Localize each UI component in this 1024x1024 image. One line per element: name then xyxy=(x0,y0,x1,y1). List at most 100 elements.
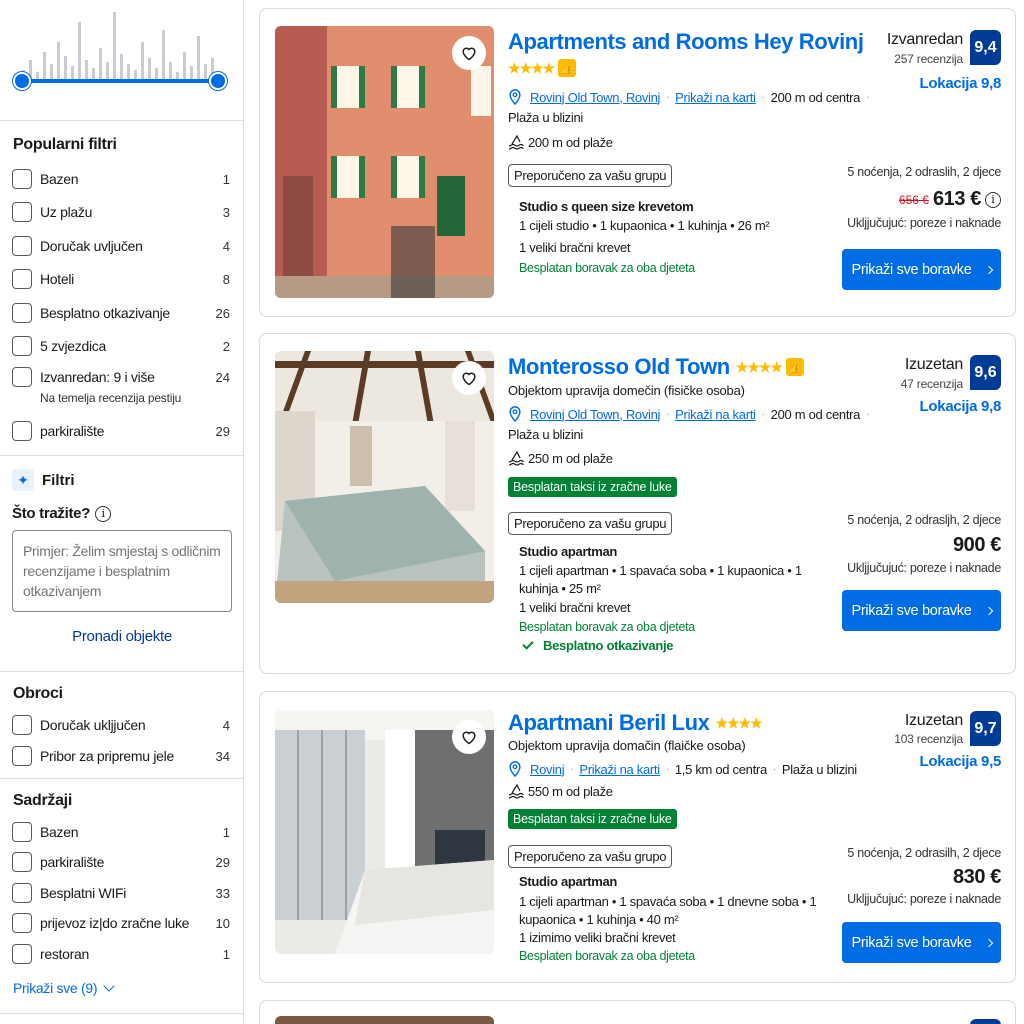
location-link[interactable]: Rovinj Old Town, Rovinj xyxy=(530,90,660,105)
taxes-note: Ukljjučujuć: poreze i naknade xyxy=(847,561,1001,575)
review-count[interactable]: 47 recenzija xyxy=(901,377,964,391)
filter-fac-restoran[interactable]: restoran 1 xyxy=(12,942,230,966)
filter-fac-prijevoz[interactable]: prijevoz iz|do zračne luke 10 xyxy=(12,911,230,935)
show-availability-button[interactable]: Prikaži sve boravke xyxy=(842,249,1001,290)
filter-bazen[interactable]: Bazen 1 xyxy=(12,167,230,191)
wishlist-heart-icon[interactable] xyxy=(452,720,486,754)
show-on-map-link[interactable]: Prikaži na karti xyxy=(675,90,756,105)
filter-besplatno-otkazivanje[interactable]: Besplatno otkazivanje 26 xyxy=(12,301,230,325)
filter-uz-plazu[interactable]: Uz plažu 3 xyxy=(12,200,230,224)
hotel-name-text[interactable]: Apartmani Beril Lux xyxy=(508,710,710,736)
price-slider-min-handle[interactable] xyxy=(13,72,31,90)
filter-5-zvjezdica[interactable]: 5 zvjezdica 2 xyxy=(12,334,230,358)
checkbox[interactable] xyxy=(12,336,32,356)
price-row: 900 € xyxy=(953,534,1001,557)
price-slider-max-handle[interactable] xyxy=(209,72,227,90)
info-icon[interactable]: i xyxy=(95,505,112,522)
recommended-badge: Preporučeno za vašu grupo xyxy=(508,845,673,868)
price-slider-track[interactable] xyxy=(20,79,220,83)
review-score-badge[interactable]: 9,4 xyxy=(970,30,1001,65)
hotel-name-text[interactable]: Apartments and Rooms Hey Rovinj xyxy=(508,29,864,55)
property-photo[interactable] xyxy=(275,351,494,603)
show-all-facilities-link[interactable]: Prikaži sve (9) xyxy=(13,980,115,996)
checkbox[interactable] xyxy=(12,852,32,872)
info-icon[interactable]: i xyxy=(985,191,1001,208)
location-pin-icon xyxy=(509,406,521,422)
divider xyxy=(0,778,243,779)
filter-fac-wifi[interactable]: Besplatni WIFi 33 xyxy=(12,881,230,905)
chevron-right-icon xyxy=(984,265,993,274)
filter-izvanredan[interactable]: Izvanredan: 9 i više 24 xyxy=(12,365,230,389)
filter-fac-parkiraliste[interactable]: parkiralište 29 xyxy=(12,850,230,874)
beach-distance-row: 250 m od plaže xyxy=(508,450,613,466)
review-count[interactable]: 257 recenzija xyxy=(894,52,963,66)
star-rating-icon: ★★★★ xyxy=(508,59,555,76)
checkbox[interactable] xyxy=(12,913,32,933)
property-photo[interactable] xyxy=(275,710,494,954)
what-looking-for-label: Što tražite? i xyxy=(12,505,112,522)
location-link[interactable]: Rovinj xyxy=(530,762,565,777)
show-on-map-link[interactable]: Prikaži na karti xyxy=(675,407,756,422)
review-count[interactable]: 103 recenzija xyxy=(894,732,963,746)
room-title: Studio s queen size krevetom xyxy=(519,199,694,214)
checkbox[interactable] xyxy=(12,303,32,323)
chevron-right-icon xyxy=(984,938,993,947)
filter-pribor[interactable]: Pribor za pripremu jele 34 xyxy=(12,744,230,768)
beach-distance: 550 m od plaže xyxy=(528,783,613,799)
find-properties-button[interactable]: Pronadi objekte xyxy=(0,628,244,645)
property-photo[interactable] xyxy=(275,1016,494,1024)
checkbox[interactable] xyxy=(12,421,32,441)
filter-count: 29 xyxy=(215,423,230,439)
filter-hoteli[interactable]: Hoteli 8 xyxy=(12,267,230,291)
divider xyxy=(0,455,243,456)
histogram-bar xyxy=(43,52,46,82)
wishlist-heart-icon[interactable] xyxy=(452,36,486,70)
checkbox[interactable] xyxy=(12,822,32,842)
beach-waves-icon xyxy=(508,450,524,466)
hotel-title[interactable]: Apartments and Rooms Hey Rovinj xyxy=(508,29,864,55)
recommended-badge: Preporučeno za vašu grupu xyxy=(508,164,673,187)
show-availability-button[interactable]: Prikaži sve boravke xyxy=(842,590,1001,631)
property-card: Apartmani Beril Lux ★★★★ Objektom upravij… xyxy=(259,691,1016,983)
checkbox[interactable] xyxy=(12,236,32,256)
property-card: Monterosso Old Town ★★★★ 👍 Objektom upravi… xyxy=(259,333,1016,674)
hotel-title[interactable]: Monterosso Old Town ★★★★ 👍 xyxy=(508,354,804,380)
separator: · xyxy=(666,408,670,420)
filter-count: 26 xyxy=(215,305,230,321)
review-score-badge[interactable]: 9,6 xyxy=(970,355,1001,390)
location-link[interactable]: Rovinj Old Town, Rovinj xyxy=(530,407,660,422)
review-score-badge[interactable]: 9,7 xyxy=(970,711,1001,746)
room-title: Studio apartman xyxy=(519,544,618,559)
hotel-name-text[interactable]: Monterosso Old Town xyxy=(508,354,730,380)
ai-search-textarea[interactable] xyxy=(12,530,232,612)
hotel-stars-row: ★★★★ 👍 xyxy=(508,59,577,77)
filter-dorucak[interactable]: Doručak uvljučen 4 xyxy=(12,234,230,258)
distance-center: 200 m od centra xyxy=(770,89,861,105)
checkbox[interactable] xyxy=(12,746,32,766)
checkbox[interactable] xyxy=(12,169,32,189)
checkbox[interactable] xyxy=(12,202,32,222)
filter-label: Pribor za pripremu jele xyxy=(40,748,174,764)
filter-fac-bazen[interactable]: Bazen 1 xyxy=(12,820,230,844)
checkbox[interactable] xyxy=(12,367,32,387)
thumbs-up-icon: 👍 xyxy=(785,358,804,376)
histogram-bar xyxy=(141,42,144,82)
histogram-bar xyxy=(197,36,200,82)
property-photo[interactable] xyxy=(275,26,494,298)
filter-dorucak-ukljucen[interactable]: Doručak ukljjučen 4 xyxy=(12,713,230,737)
wishlist-heart-icon[interactable] xyxy=(452,361,486,395)
show-availability-button[interactable]: Prikaži sve boravke xyxy=(842,922,1001,963)
review-score-badge[interactable] xyxy=(970,1019,1001,1024)
free-taxi-badge: Besplatan taksi iz zračne luke xyxy=(508,477,677,497)
room-description: 1 cijeli studio • 1 kupaonica • 1 kuhinj… xyxy=(519,218,770,233)
checkbox[interactable] xyxy=(12,269,32,289)
separator: · xyxy=(772,763,776,775)
show-on-map-link[interactable]: Prikaži na karti xyxy=(579,762,660,777)
checkbox[interactable] xyxy=(12,883,32,903)
checkbox[interactable] xyxy=(12,944,32,964)
hotel-title[interactable]: Apartmani Beril Lux ★★★★ xyxy=(508,710,763,736)
separator: · xyxy=(761,408,765,420)
filter-parkiraliste[interactable]: parkiralište 29 xyxy=(12,419,230,443)
checkbox[interactable] xyxy=(12,715,32,735)
price-row: 830 € xyxy=(953,866,1001,889)
